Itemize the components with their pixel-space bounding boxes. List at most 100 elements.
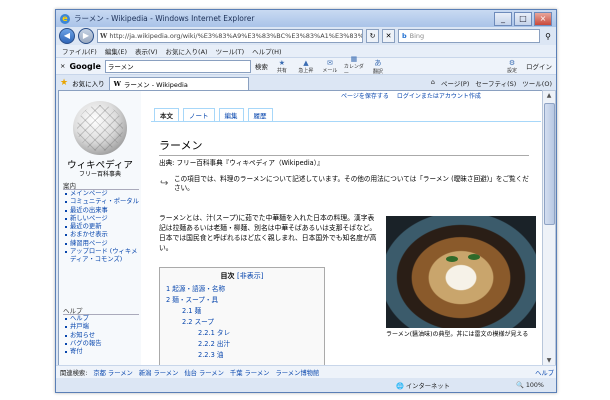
menu-view[interactable]: 表示(V) (135, 46, 158, 56)
wikipedia-tab-icon: W (113, 79, 121, 88)
nav-link[interactable]: アップロード (ウィキメディア・コモンズ) (63, 248, 139, 265)
wrench-icon: ⚙ (508, 58, 516, 67)
toc-title: 目次 [非表示] (220, 272, 264, 280)
help-link[interactable]: 寄付 (63, 348, 139, 356)
related-link[interactable]: 京都 ラーメン (93, 368, 133, 377)
toc-toggle[interactable]: [非表示] (237, 272, 263, 280)
related-link[interactable]: 新潟 ラーメン (139, 368, 179, 377)
toc-item[interactable]: 2.2.2 出汁 (160, 339, 324, 350)
translate-button[interactable]: あ翻訳 (368, 58, 388, 75)
share-icon: ★ (278, 58, 286, 67)
search-input[interactable]: b Bing (398, 29, 540, 43)
related-search-bar: 関連検索: 京都 ラーメン 新潟 ラーメン 仙台 ラーメン 千葉 ラーメン ラー… (56, 365, 556, 378)
toc-item[interactable]: 1 起源・語源・名称 (160, 284, 324, 295)
translate-icon: あ (374, 58, 382, 67)
menu-favorites[interactable]: お気に入り(A) (166, 46, 208, 56)
scroll-up-icon[interactable]: ▲ (543, 91, 555, 101)
address-text: http://ja.wikipedia.org/wiki/%E3%83%A9%E… (109, 32, 363, 40)
favorites-star-icon[interactable]: ★ (60, 78, 68, 88)
toc-item[interactable]: 2.2.1 タレ (160, 328, 324, 339)
stop-button[interactable]: ✕ (382, 29, 395, 43)
page-menu[interactable]: ページ(P) (441, 78, 469, 88)
menu-edit[interactable]: 編集(E) (105, 46, 127, 56)
nav-link[interactable]: おまかせ表示 (63, 231, 139, 239)
related-help[interactable]: ヘルプ (535, 368, 554, 377)
search-placeholder: Bing (409, 32, 425, 40)
personal-tools: ページを保存する ログインまたはアカウント作成 (341, 91, 487, 100)
safety-menu[interactable]: セーフティ(S) (475, 78, 516, 88)
ie-logo-icon: e (60, 13, 70, 24)
tab-article[interactable]: 本文 (154, 108, 179, 121)
close-toolbar-icon[interactable]: × (60, 62, 65, 70)
article-border (151, 121, 541, 122)
help-link[interactable]: 井戸端 (63, 323, 139, 331)
menu-bar: ファイル(F) 編集(E) 表示(V) お気に入り(A) ツール(T) ヘルプ(… (56, 45, 556, 57)
help-list: ヘルプ 井戸端 お知らせ バグの報告 寄付 (63, 314, 139, 356)
wikipedia-globe-logo[interactable] (73, 101, 127, 155)
title-bar: e ラーメン - Wikipedia - Windows Internet Ex… (56, 10, 556, 27)
refresh-button[interactable]: ↻ (366, 29, 379, 43)
tools-menu[interactable]: ツール(O) (522, 78, 552, 88)
trending-button[interactable]: ▲ 急上昇 (296, 59, 316, 74)
window-title: ラーメン - Wikipedia - Windows Internet Expl… (74, 14, 255, 23)
favorites-button[interactable]: お気に入り (72, 78, 105, 88)
help-link[interactable]: お知らせ (63, 332, 139, 340)
tab-talk[interactable]: ノート (183, 108, 215, 121)
browser-window: e ラーメン - Wikipedia - Windows Internet Ex… (55, 9, 557, 393)
address-bar-row: ◀ ▶ Whttp://ja.wikipedia.org/wiki/%E3%83… (56, 27, 556, 45)
browser-tab[interactable]: W ラーメン - Wikipedia (108, 76, 249, 90)
related-label: 関連検索: (60, 369, 88, 377)
internet-zone: 🌐 インターネット (396, 382, 450, 390)
vertical-scrollbar[interactable]: ▲ ▼ (542, 90, 556, 367)
status-bar: 🌐 インターネット 🔍 100% (56, 378, 556, 392)
nav-link[interactable]: 新しいページ (63, 215, 139, 223)
ramen-photo[interactable] (386, 216, 536, 328)
source-line: 出典: フリー百科事典『ウィキペディア（Wikipedia）』 (159, 159, 324, 167)
toc-item[interactable]: 2.2.3 油 (160, 350, 324, 361)
wiki-subtitle: フリー百科事典 (78, 171, 121, 178)
related-link[interactable]: 千葉 ラーメン (230, 368, 270, 377)
forward-button[interactable]: ▶ (78, 28, 94, 44)
page-content: ウィキペディア フリー百科事典 案内 メインページ コミュニティ・ポータル 最近… (58, 90, 543, 367)
search-icon[interactable]: ⚲ (543, 32, 553, 41)
settings-button[interactable]: ⚙ 設定 (502, 59, 522, 74)
calendar-button[interactable]: ▦ カレンダー (344, 55, 364, 77)
nav-link[interactable]: 練習用ページ (63, 240, 139, 248)
favorites-bar: ★ お気に入り W ラーメン - Wikipedia ⌂ ページ(P) セーフティ… (56, 75, 556, 91)
menu-tools[interactable]: ツール(T) (216, 46, 245, 56)
google-search-button[interactable]: 検索 (255, 61, 268, 71)
google-search-input[interactable]: ラーメン (104, 59, 251, 73)
toc-item[interactable]: 2.1 麺 (160, 306, 324, 317)
minimize-button[interactable]: _ (494, 12, 512, 26)
help-link[interactable]: バグの報告 (63, 340, 139, 348)
tab-history[interactable]: 履歴 (247, 108, 273, 121)
save-page-link[interactable]: ページを保存する (341, 93, 389, 100)
mail-button[interactable]: ✉ メール (320, 59, 340, 74)
share-button[interactable]: ★ 共有 (272, 59, 292, 74)
home-icon[interactable]: ⌂ (431, 78, 435, 88)
related-link[interactable]: ラーメン博物館 (275, 368, 319, 377)
maximize-button[interactable]: □ (514, 12, 532, 26)
tab-edit[interactable]: 編集 (218, 108, 244, 121)
scroll-thumb[interactable] (544, 103, 555, 225)
mail-icon: ✉ (326, 58, 333, 67)
toc-item[interactable]: 2.2 スープ (160, 317, 324, 328)
menu-help[interactable]: ヘルプ(H) (252, 46, 281, 56)
related-link[interactable]: 仙台 ラーメン (184, 368, 224, 377)
arrow-up-icon: ▲ (303, 58, 309, 67)
close-button[interactable]: × (534, 12, 552, 26)
login-button[interactable]: ログイン (526, 61, 552, 71)
menu-file[interactable]: ファイル(F) (62, 46, 97, 56)
lead-paragraph: ラーメンとは、汁(スープ)に茹でた中華麺を入れた日本の料理。漢字表記は拉麺あるい… (159, 214, 377, 252)
wikipedia-favicon-icon: W (100, 32, 108, 40)
calendar-icon: ▦ (350, 55, 358, 63)
nav-link[interactable]: 最近の出来事 (63, 207, 139, 215)
wiki-sidebar: ウィキペディア フリー百科事典 案内 メインページ コミュニティ・ポータル 最近… (59, 91, 141, 366)
disambiguation-icon: ↪ (160, 178, 169, 189)
toc-item[interactable]: 2 麺・スープ・具 (160, 295, 324, 306)
nav-link[interactable]: コミュニティ・ポータル (63, 198, 139, 206)
back-button[interactable]: ◀ (59, 28, 75, 44)
login-link[interactable]: ログインまたはアカウント作成 (397, 93, 481, 100)
zoom-level[interactable]: 🔍 100% (516, 381, 544, 389)
address-field[interactable]: Whttp://ja.wikipedia.org/wiki/%E3%83%A9%… (97, 29, 363, 43)
